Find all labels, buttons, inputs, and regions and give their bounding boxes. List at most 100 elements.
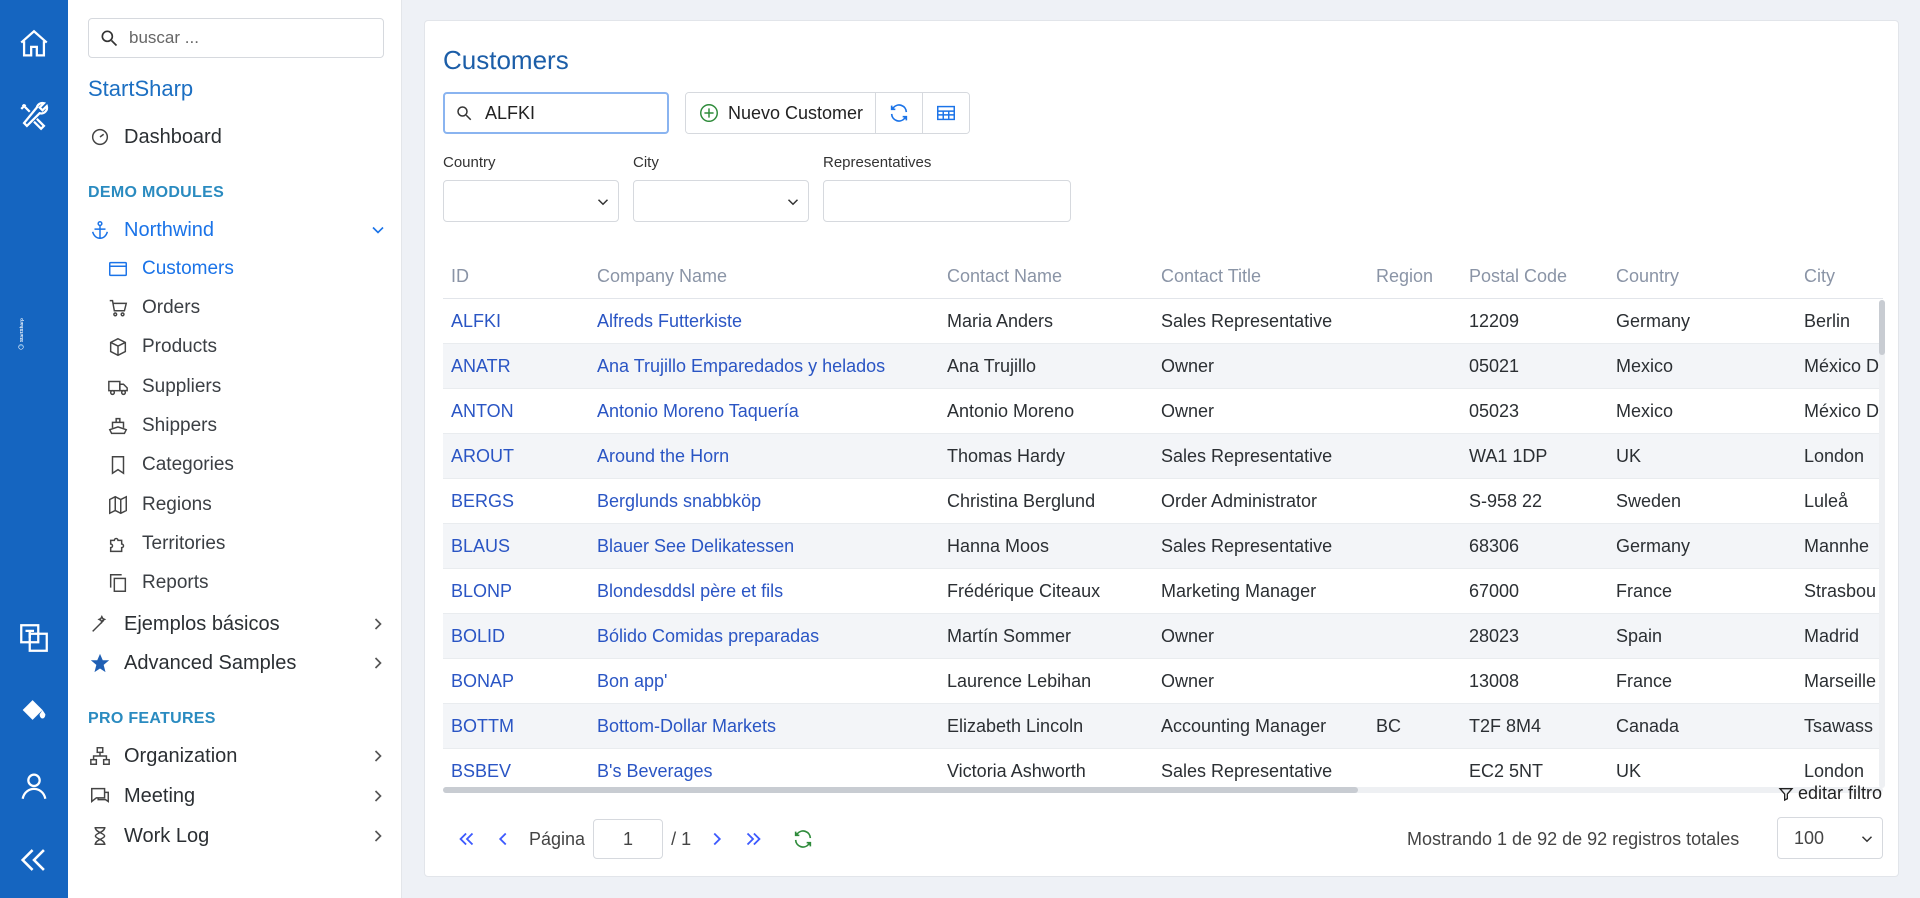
table-cell-link[interactable]: B's Beverages xyxy=(597,761,713,782)
scrollbar-thumb[interactable] xyxy=(1879,300,1885,355)
table-cell-link[interactable]: Antonio Moreno Taquería xyxy=(597,401,799,422)
column-header[interactable]: City xyxy=(1804,266,1835,287)
sidebar-item-label: Advanced Samples xyxy=(124,651,297,674)
table-cell-link[interactable]: BLONP xyxy=(451,581,512,602)
startsharp-vertical-logo: StartSharp xyxy=(4,316,64,576)
table-row[interactable]: BOTTM Bottom-Dollar Markets Elizabeth Linc… xyxy=(443,704,1883,749)
representatives-filter-input[interactable] xyxy=(823,180,1071,222)
sidebar-item-label: Customers xyxy=(142,258,234,279)
sidebar-item-reports[interactable]: Reports xyxy=(106,568,386,598)
column-header[interactable]: ID xyxy=(451,266,469,287)
page-size-select[interactable]: 100 xyxy=(1777,817,1883,859)
table-cell: Victoria Ashworth xyxy=(947,761,1086,781)
map-icon xyxy=(106,493,130,517)
last-page-button[interactable] xyxy=(735,821,771,857)
table-row[interactable]: ALFKI Alfreds Futterkiste Maria Anders Sale… xyxy=(443,299,1883,344)
table-cell-link[interactable]: Ana Trujillo Emparedados y helados xyxy=(597,356,885,377)
table-row[interactable]: BERGS Berglunds snabbköp Christina Berglun… xyxy=(443,479,1883,524)
page-number-input[interactable]: 1 xyxy=(593,819,664,859)
column-header[interactable]: Postal Code xyxy=(1469,266,1567,287)
column-header[interactable]: Contact Title xyxy=(1161,266,1261,287)
refresh-button[interactable] xyxy=(876,93,924,133)
table-cell-link[interactable]: Blauer See Delikatessen xyxy=(597,536,794,557)
table-cell-link[interactable]: Bólido Comidas preparadas xyxy=(597,626,819,647)
table-row[interactable]: BONAP Bon app' Laurence Lebihan Owner 13008 F… xyxy=(443,659,1883,704)
sidebar-item-customers[interactable]: Customers xyxy=(106,254,386,284)
sidebar-item-advanced-samples[interactable]: Advanced Samples xyxy=(88,647,388,679)
column-header[interactable]: Country xyxy=(1616,266,1679,287)
country-filter-select[interactable] xyxy=(443,180,619,222)
table-cell-link[interactable]: BONAP xyxy=(451,671,514,692)
table-row[interactable]: BLONP Blondesddsl père et fils Frédérique … xyxy=(443,569,1883,614)
scrollbar-thumb[interactable] xyxy=(443,787,1358,793)
table-cell-link[interactable]: BLAUS xyxy=(451,536,510,557)
page-title: Customers xyxy=(443,45,569,75)
table-row[interactable]: BOLID Bólido Comidas preparadas Martín Som… xyxy=(443,614,1883,659)
sidebar-item-work-log[interactable]: Work Log xyxy=(88,820,388,852)
sidebar-item-label: Organization xyxy=(124,744,238,767)
table-cell-link[interactable]: AROUT xyxy=(451,446,514,467)
sidebar-item-meeting[interactable]: Meeting xyxy=(88,780,388,812)
edit-filter-link[interactable]: editar filtro xyxy=(1778,783,1882,804)
tools-icon[interactable] xyxy=(14,96,54,136)
sidebar-item-dashboard[interactable]: Dashboard xyxy=(88,121,388,153)
table-row[interactable]: ANATR Ana Trujillo Emparedados y helados A… xyxy=(443,344,1883,389)
column-header[interactable]: Region xyxy=(1376,266,1433,287)
sidebar-item-categories[interactable]: Categories xyxy=(106,450,386,480)
column-header[interactable]: Contact Name xyxy=(947,266,1062,287)
icon-rail: StartSharp xyxy=(0,0,68,898)
sidebar-item-products[interactable]: Products xyxy=(106,332,386,362)
paint-bucket-icon[interactable] xyxy=(14,690,54,730)
table-cell-link[interactable]: BOTTM xyxy=(451,716,514,737)
edit-filter-label: editar filtro xyxy=(1797,783,1882,803)
table-row[interactable]: BLAUS Blauer See Delikatessen Hanna Moos Sa… xyxy=(443,524,1883,569)
sidebar-item-northwind[interactable]: Northwind xyxy=(88,214,388,246)
table-cell: Owner xyxy=(1161,626,1215,646)
table-cell-link[interactable]: Blondesddsl père et fils xyxy=(597,581,783,602)
column-header[interactable]: Company Name xyxy=(597,266,727,287)
home-icon[interactable] xyxy=(14,24,54,64)
collapse-icon[interactable] xyxy=(14,840,54,880)
first-page-button[interactable] xyxy=(449,821,485,857)
table-cell-link[interactable]: BERGS xyxy=(451,491,514,512)
sidebar-item-regions[interactable]: Regions xyxy=(106,490,386,520)
next-page-button[interactable] xyxy=(699,821,735,857)
quick-search-input[interactable]: ALFKI xyxy=(443,92,669,134)
new-customer-button[interactable]: Nuevo Customer xyxy=(686,93,877,133)
translate-icon[interactable] xyxy=(14,618,54,658)
sidebar-item-ejemplos-basicos[interactable]: Ejemplos básicos xyxy=(88,608,388,640)
representatives-filter-label: Representatives xyxy=(823,154,932,171)
sidebar-item-shippers[interactable]: Shippers xyxy=(106,411,386,441)
sidebar-item-organization[interactable]: Organization xyxy=(88,740,388,772)
sidebar-item-label: Products xyxy=(142,336,217,357)
sidebar-item-suppliers[interactable]: Suppliers xyxy=(106,372,386,402)
table-cell: France xyxy=(1616,671,1673,691)
city-filter-select[interactable] xyxy=(633,180,809,222)
sidebar-item-label: Northwind xyxy=(124,218,215,241)
table-cell-link[interactable]: BOLID xyxy=(451,626,505,647)
prev-page-button[interactable] xyxy=(485,821,521,857)
pager-refresh-button[interactable] xyxy=(785,821,821,857)
horizontal-scrollbar[interactable] xyxy=(443,787,1883,793)
table-cell-link[interactable]: Alfreds Futterkiste xyxy=(597,311,742,332)
user-icon[interactable] xyxy=(14,766,54,806)
table-cell-link[interactable]: Bottom-Dollar Markets xyxy=(597,716,776,737)
column-picker-button[interactable] xyxy=(923,93,970,133)
table-row[interactable]: AROUT Around the Horn Thomas Hardy Sales Re… xyxy=(443,434,1883,479)
sidebar-search-placeholder: buscar ... xyxy=(129,28,199,47)
table-cell-link[interactable]: Bon app' xyxy=(597,671,668,692)
sidebar-item-territories[interactable]: Territories xyxy=(106,529,386,559)
table-cell-link[interactable]: BSBEV xyxy=(451,761,511,782)
sidebar-search-input[interactable]: buscar ... xyxy=(88,18,384,58)
table-row[interactable]: ANTON Antonio Moreno Taquería Antonio More… xyxy=(443,389,1883,434)
table-cell-link[interactable]: Berglunds snabbköp xyxy=(597,491,761,512)
table-cell-link[interactable]: ALFKI xyxy=(451,311,501,332)
vertical-scrollbar[interactable] xyxy=(1879,300,1885,788)
table-cell: Canada xyxy=(1616,716,1680,736)
table-cell-link[interactable]: ANATR xyxy=(451,356,511,377)
table-cell: Marseille xyxy=(1804,671,1877,691)
table-cell-link[interactable]: Around the Horn xyxy=(597,446,729,467)
chat-icon xyxy=(88,784,112,808)
table-cell-link[interactable]: ANTON xyxy=(451,401,514,422)
sidebar-item-orders[interactable]: Orders xyxy=(106,293,386,323)
